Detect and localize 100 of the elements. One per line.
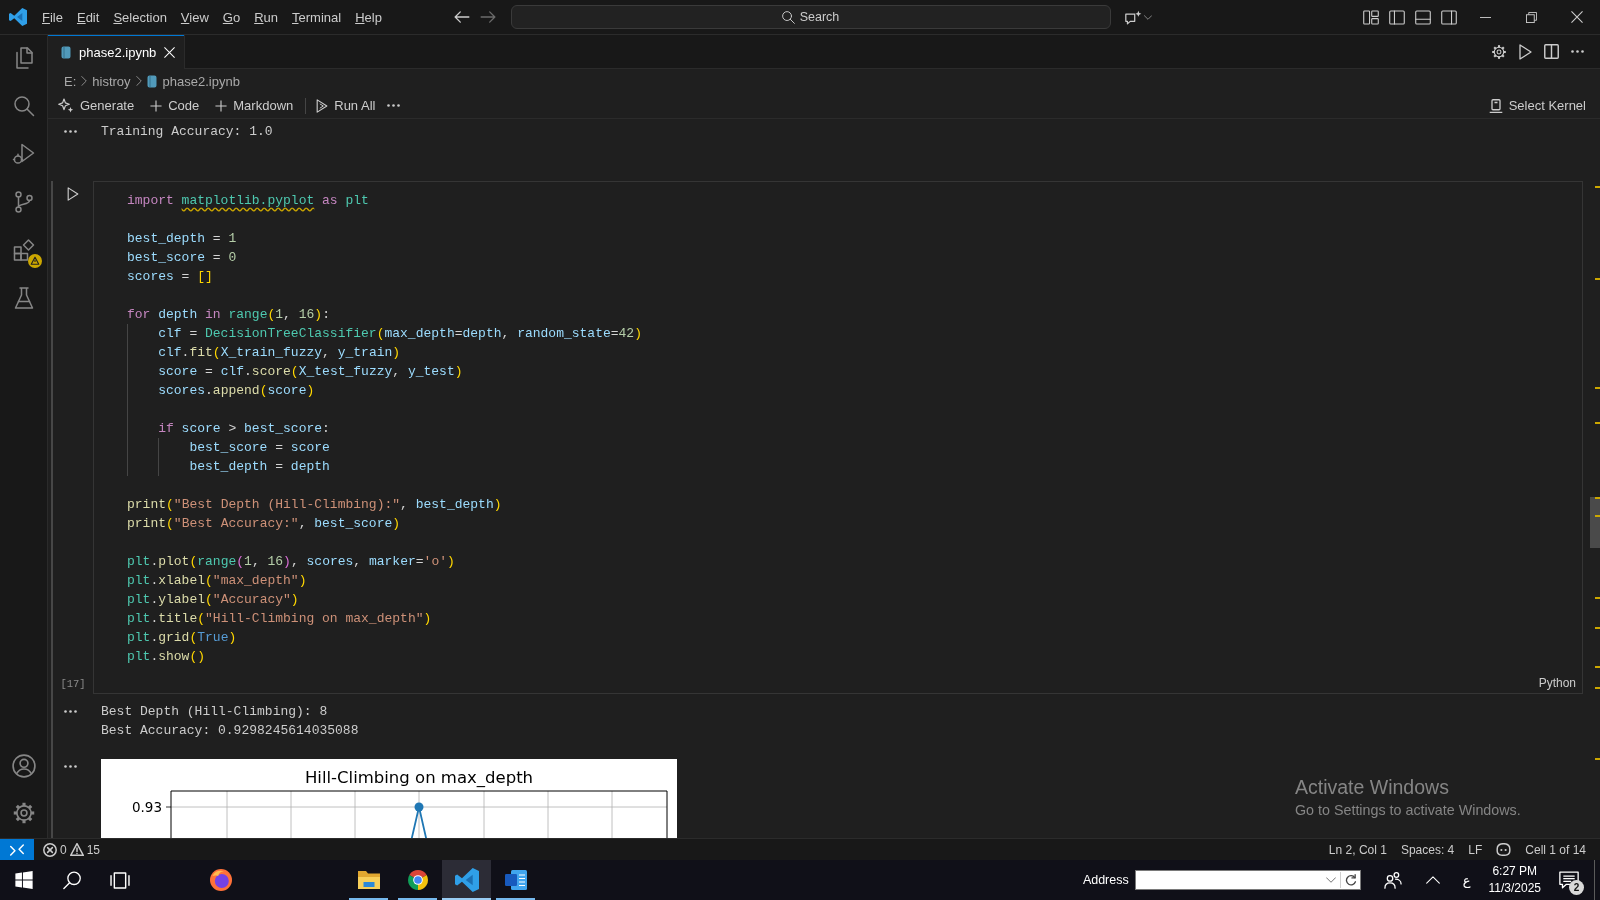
play-icon[interactable] xyxy=(67,187,79,201)
code-line: plt.ylabel("Accuracy") xyxy=(127,591,299,609)
settings-icon[interactable] xyxy=(1491,43,1507,60)
code-editor-icon xyxy=(454,868,479,892)
status-item[interactable]: Spaces: 4 xyxy=(1393,839,1462,860)
menu-item[interactable]: Run xyxy=(247,7,286,27)
search-icon xyxy=(781,10,795,24)
notification-badge: 2 xyxy=(1569,880,1584,895)
chat-sparkle-icon[interactable] xyxy=(1124,9,1142,25)
breadcrumb-item[interactable]: E: xyxy=(64,73,77,89)
chart-title: Hill-Climbing on max_depth xyxy=(304,768,534,787)
sidebar-left-icon[interactable] xyxy=(1389,9,1405,25)
status-item[interactable]: Cell 1 of 14 xyxy=(1518,839,1593,860)
code-line: plt.xlabel("max_depth") xyxy=(127,572,307,590)
more-icon[interactable] xyxy=(64,130,77,133)
problems-button[interactable]: 0 15 xyxy=(39,839,105,860)
more-icon[interactable] xyxy=(64,765,77,768)
play-icon[interactable] xyxy=(1518,43,1532,60)
error-icon xyxy=(43,842,57,857)
menu-item[interactable]: Go xyxy=(215,7,248,27)
warning-badge-icon xyxy=(27,254,42,268)
panel-icon[interactable] xyxy=(1415,9,1431,25)
menu-item[interactable]: Edit xyxy=(69,7,107,27)
menu-item[interactable]: Selection xyxy=(106,7,174,27)
menu-item[interactable]: File xyxy=(35,7,70,27)
play-bug-icon[interactable] xyxy=(11,142,36,166)
output-text: Best Depth (Hill-Climbing): 8 xyxy=(101,703,328,721)
language-indicator[interactable]: ع xyxy=(1452,872,1481,888)
status-item[interactable]: LF xyxy=(1461,839,1490,860)
code-line: plt.plot(range(1, 16), scores, marker='o') xyxy=(127,553,455,571)
chevron-up-icon[interactable] xyxy=(1425,876,1440,884)
blocks-icon[interactable] xyxy=(11,238,36,262)
restore-icon[interactable] xyxy=(1525,11,1537,23)
code-line: import matplotlib.pyplot as plt xyxy=(127,192,369,210)
status-item[interactable]: Ln 2, Col 1 xyxy=(1321,839,1394,860)
more-icon[interactable] xyxy=(387,104,401,107)
breadcrumb-item[interactable]: phase2.ipynb xyxy=(146,73,240,89)
activation-notice-text: Go to Settings to activate Windows. xyxy=(1295,801,1521,819)
notification-icon[interactable] xyxy=(1559,871,1579,889)
address-label: Address xyxy=(1082,873,1129,887)
add-cell-button[interactable]: Code xyxy=(146,96,204,115)
language-label[interactable]: Python xyxy=(1538,676,1576,691)
browser-icon xyxy=(405,868,430,892)
chevron-right-icon xyxy=(81,76,88,86)
search-icon[interactable] xyxy=(62,870,82,890)
start-icon[interactable] xyxy=(15,871,33,889)
editor-tab[interactable]: phase2.ipynb xyxy=(48,35,186,69)
menu-item[interactable]: Help xyxy=(348,7,389,27)
taskbar-button[interactable] xyxy=(442,860,491,900)
people-icon[interactable] xyxy=(1383,871,1402,889)
code-line: best_score = 0 xyxy=(127,249,237,267)
generate-button[interactable]: Generate xyxy=(54,96,139,115)
arrow-right-icon[interactable] xyxy=(479,11,496,23)
split-editor-icon[interactable] xyxy=(1543,44,1559,59)
close-icon[interactable] xyxy=(1571,11,1583,23)
sidebar-right-icon[interactable] xyxy=(1441,9,1457,25)
search-bar[interactable]: Search xyxy=(510,5,1111,29)
layout-icon[interactable] xyxy=(1363,9,1379,25)
refresh-icon[interactable] xyxy=(1344,874,1357,886)
code-line: plt.show() xyxy=(127,648,206,666)
run-all-button[interactable]: Run All xyxy=(312,96,380,115)
menu-item[interactable]: Terminal xyxy=(285,7,349,27)
browser-icon xyxy=(208,868,233,892)
address-field[interactable] xyxy=(1134,870,1361,890)
code-line: plt.grid(True) xyxy=(127,629,237,647)
code-line: scores = [] xyxy=(127,268,213,286)
bot-icon[interactable] xyxy=(1496,843,1512,856)
more-icon[interactable] xyxy=(1570,50,1584,53)
sparkle-icon xyxy=(58,98,74,113)
server-icon xyxy=(1488,98,1503,113)
code-line: print("Best Depth (Hill-Climbing):", best_depth) xyxy=(127,496,502,514)
notebook-icon xyxy=(61,45,71,59)
chevron-down-icon[interactable] xyxy=(1325,877,1336,883)
clock-time[interactable]: 6:27 PM xyxy=(1492,863,1538,880)
add-cell-button[interactable]: Markdown xyxy=(211,96,298,115)
select-kernel-button[interactable]: Select Kernel xyxy=(1484,96,1590,115)
code-line: for depth in range(1, 16): xyxy=(127,306,330,324)
logo-icon xyxy=(9,8,27,26)
remote-icon[interactable] xyxy=(10,843,24,856)
notebook-icon xyxy=(146,74,157,88)
axis-tick-label: 0.93 xyxy=(131,799,162,815)
minimize-icon[interactable] xyxy=(1479,16,1491,18)
document-icon xyxy=(503,868,528,892)
settings-icon[interactable] xyxy=(11,801,36,825)
plus-icon xyxy=(150,99,163,112)
clock-date[interactable]: 11/3/2025 xyxy=(1488,880,1541,897)
warning-icon xyxy=(69,843,84,856)
breadcrumb-item[interactable]: histroy xyxy=(92,73,131,89)
output-text: Best Accuracy: 0.9298245614035088 xyxy=(101,722,359,740)
execution-count: [17] xyxy=(60,678,86,690)
play-icon xyxy=(316,98,329,113)
person-icon[interactable] xyxy=(11,754,36,778)
menu-item[interactable]: View xyxy=(173,7,216,27)
arrow-left-icon[interactable] xyxy=(453,11,470,23)
output-text: Training Accuracy: 1.0 xyxy=(101,123,273,141)
task-view-icon[interactable] xyxy=(110,871,130,889)
code-line: plt.title("Hill-Climbing on max_depth") xyxy=(127,610,432,628)
chevron-right-icon xyxy=(135,76,142,86)
more-icon[interactable] xyxy=(64,710,77,713)
activation-notice-title: Activate Windows xyxy=(1295,776,1449,799)
